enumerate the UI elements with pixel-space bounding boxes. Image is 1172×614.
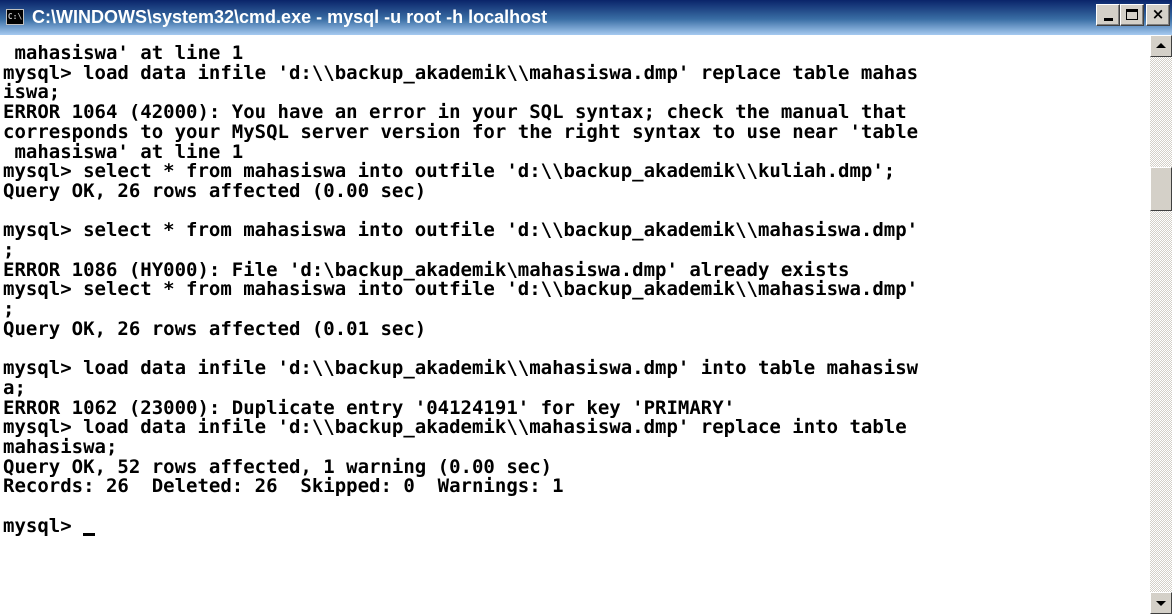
console-line: ; — [3, 239, 15, 262]
console-line: ; — [3, 298, 15, 321]
cmd-window: C:\ C:\WINDOWS\system32\cmd.exe - mysql … — [0, 0, 1172, 614]
console-line: Records: 26 Deleted: 26 Skipped: 0 Warni… — [3, 475, 564, 498]
text-cursor — [83, 532, 96, 536]
console-line: Query OK, 26 rows affected (0.01 sec) — [3, 317, 427, 340]
console-line: mahasiswa' at line 1 — [14, 140, 244, 163]
cmd-console-icon[interactable]: C:\ — [6, 9, 24, 25]
console-lines: mahasiswa' at line 1 mysql> load data in… — [3, 42, 918, 497]
console-line: mysql> load data infile 'd:\\backup_akad… — [3, 416, 907, 439]
console-line: mysql> select * from mahasiswa into outf… — [3, 219, 919, 242]
close-icon: × — [1151, 5, 1165, 23]
console-line: mysql> load data infile 'd:\\backup_akad… — [3, 357, 919, 380]
minimize-button[interactable] — [1096, 4, 1120, 26]
console-line: mysql> select * from mahasiswa into outf… — [3, 160, 896, 183]
console-line: ERROR 1064 (42000): You have an error in… — [3, 101, 907, 124]
close-button[interactable]: × — [1146, 4, 1170, 26]
scroll-down-button[interactable] — [1150, 592, 1172, 614]
console-line: mysql> load data infile 'd:\\backup_akad… — [3, 61, 919, 84]
console-line: mahasiswa' at line 1 — [14, 42, 244, 64]
console-line: Query OK, 52 rows affected, 1 warning (0… — [3, 455, 553, 478]
console-line: ERROR 1062 (23000): Duplicate entry '041… — [3, 396, 736, 419]
console-text: mahasiswa' at line 1 mysql> load data in… — [0, 35, 1150, 537]
console-prompt: mysql> — [3, 514, 84, 537]
console-line: mahasiswa; — [3, 436, 118, 459]
console-line: mysql> select * from mahasiswa into outf… — [3, 278, 919, 301]
scroll-up-button[interactable] — [1150, 35, 1172, 57]
console-line: corresponds to your MySQL server version… — [3, 120, 919, 143]
maximize-button[interactable] — [1120, 4, 1144, 26]
arrow-down-icon — [1156, 601, 1166, 606]
vertical-scrollbar[interactable] — [1150, 35, 1172, 614]
title-bar[interactable]: C:\ C:\WINDOWS\system32\cmd.exe - mysql … — [0, 0, 1172, 35]
scroll-thumb[interactable] — [1150, 167, 1172, 211]
console-line: ERROR 1086 (HY000): File 'd:\backup_akad… — [3, 258, 850, 281]
console-line: iswa; — [3, 81, 61, 104]
window-title: C:\WINDOWS\system32\cmd.exe - mysql -u r… — [32, 7, 548, 27]
console-output[interactable]: mahasiswa' at line 1 mysql> load data in… — [0, 35, 1150, 614]
arrow-up-icon — [1156, 43, 1166, 48]
minimize-icon — [1104, 18, 1113, 21]
console-line: a; — [3, 376, 26, 399]
console-line: Query OK, 26 rows affected (0.00 sec) — [3, 179, 427, 202]
maximize-icon — [1126, 9, 1138, 20]
